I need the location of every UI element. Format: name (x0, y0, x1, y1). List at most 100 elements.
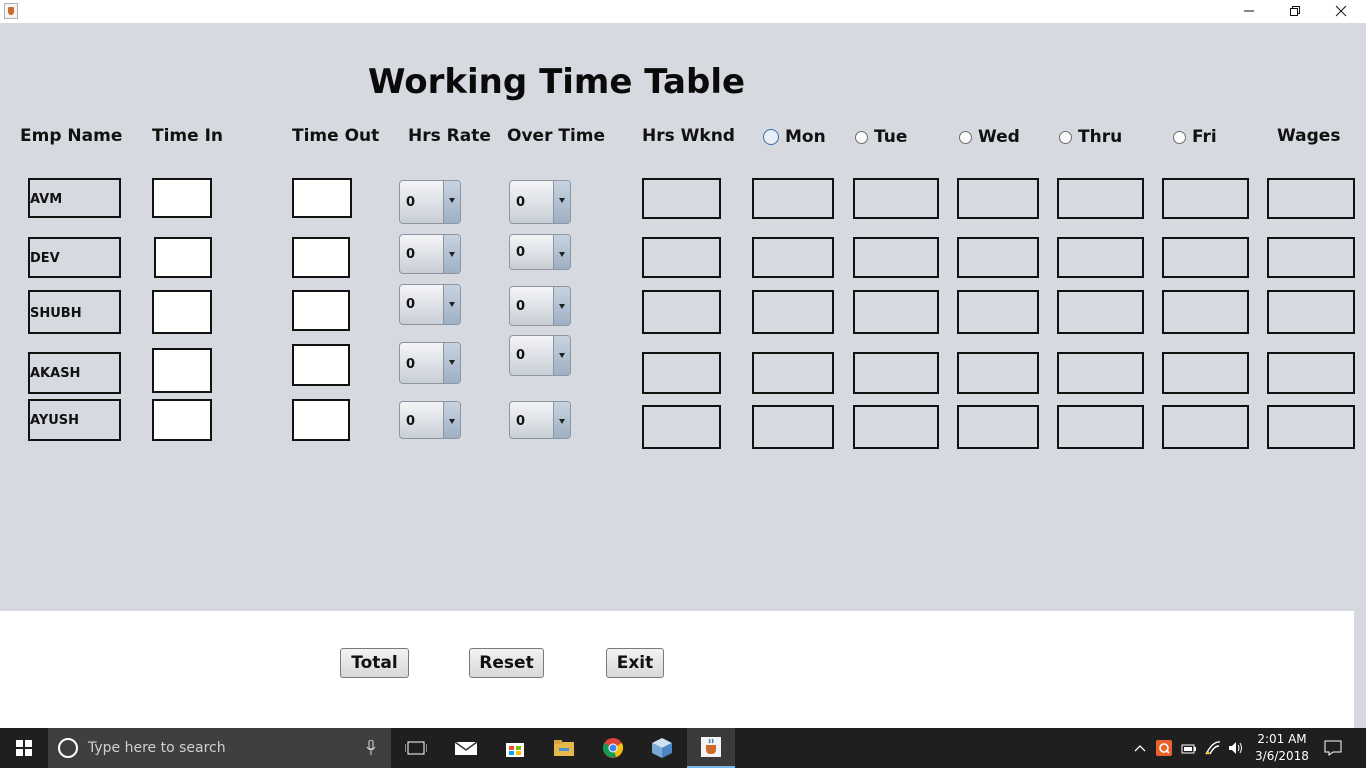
mon-field[interactable] (752, 405, 834, 449)
hrs-rate-combo[interactable]: 0 (399, 401, 461, 439)
java-icon[interactable] (687, 728, 735, 768)
chevron-down-icon[interactable] (443, 343, 460, 383)
task-view-icon[interactable] (392, 728, 440, 768)
chevron-down-icon[interactable] (553, 287, 570, 325)
radio-thru[interactable]: Thru (1059, 126, 1122, 148)
fri-field[interactable] (1162, 405, 1249, 449)
radio-wed[interactable]: Wed (959, 126, 1020, 148)
over-time-combo[interactable]: 0 (509, 401, 571, 439)
close-icon[interactable] (1318, 0, 1364, 22)
notification-icon[interactable] (1324, 740, 1342, 756)
time-in-input[interactable] (152, 348, 212, 393)
wages-field[interactable] (1267, 405, 1355, 449)
radio-circle[interactable] (959, 130, 972, 144)
fri-field[interactable] (1162, 352, 1249, 394)
exit-button[interactable]: Exit (606, 648, 664, 678)
hrs-rate-combo[interactable]: 0 (399, 284, 461, 325)
time-out-input[interactable] (292, 290, 350, 331)
chevron-down-icon[interactable] (553, 336, 570, 375)
fri-field[interactable] (1162, 178, 1249, 219)
over-time-combo[interactable]: 0 (509, 286, 571, 326)
over-time-combo[interactable]: 0 (509, 180, 571, 224)
radio-mon[interactable]: Mon (763, 126, 826, 148)
chevron-up-icon[interactable] (1133, 740, 1147, 756)
time-out-input[interactable] (292, 237, 350, 278)
windows-start-icon[interactable] (0, 728, 48, 768)
thru-field[interactable] (1057, 290, 1144, 334)
wed-field[interactable] (957, 352, 1039, 394)
wages-field[interactable] (1267, 178, 1355, 219)
fri-field[interactable] (1162, 237, 1249, 278)
tue-field[interactable] (853, 405, 939, 449)
chrome-icon[interactable] (589, 728, 637, 768)
store-icon[interactable] (491, 728, 539, 768)
chevron-down-icon[interactable] (443, 402, 460, 438)
minimize-icon[interactable] (1226, 0, 1272, 22)
time-out-input[interactable] (292, 178, 352, 218)
app-q-icon[interactable] (1156, 740, 1172, 756)
radio-circle[interactable] (763, 129, 779, 145)
mon-field[interactable] (752, 290, 834, 334)
chevron-down-icon[interactable] (553, 402, 570, 438)
time-in-input[interactable] (152, 178, 212, 218)
hrs-wknd-field[interactable] (642, 290, 721, 334)
radio-circle[interactable] (855, 130, 868, 144)
tue-field[interactable] (853, 178, 939, 219)
hrs-wknd-field[interactable] (642, 352, 721, 394)
wed-field[interactable] (957, 290, 1039, 334)
battery-icon[interactable] (1181, 740, 1197, 756)
fri-field[interactable] (1162, 290, 1249, 334)
over-time-combo[interactable]: 0 (509, 234, 571, 270)
time-in-input[interactable] (152, 399, 212, 441)
wages-field[interactable] (1267, 352, 1355, 394)
chevron-down-icon[interactable] (553, 181, 570, 223)
tue-field[interactable] (853, 352, 939, 394)
wed-field[interactable] (957, 178, 1039, 219)
radio-circle[interactable] (1059, 130, 1072, 144)
3d-box-icon[interactable] (638, 728, 686, 768)
volume-icon[interactable] (1228, 740, 1244, 756)
thru-field[interactable] (1057, 405, 1144, 449)
thru-field[interactable] (1057, 352, 1144, 394)
mon-field[interactable] (752, 178, 834, 219)
mon-field[interactable] (752, 352, 834, 394)
thru-field[interactable] (1057, 237, 1144, 278)
chevron-down-icon[interactable] (443, 285, 460, 324)
wed-field[interactable] (957, 237, 1039, 278)
reset-button[interactable]: Reset (469, 648, 544, 678)
thru-field[interactable] (1057, 178, 1144, 219)
microphone-icon[interactable] (366, 739, 376, 756)
time-out-input[interactable] (292, 399, 350, 441)
restore-icon[interactable] (1272, 0, 1318, 22)
wifi-icon[interactable] (1204, 740, 1222, 756)
radio-circle[interactable] (1173, 130, 1186, 144)
hrs-wknd-field[interactable] (642, 405, 721, 449)
radio-fri[interactable]: Fri (1173, 126, 1217, 148)
wages-field[interactable] (1267, 237, 1355, 278)
hrs-wknd-field[interactable] (642, 178, 721, 219)
mon-field[interactable] (752, 237, 834, 278)
tue-field[interactable] (853, 290, 939, 334)
time-in-input[interactable] (152, 290, 212, 334)
wed-field[interactable] (957, 405, 1039, 449)
time-in-input[interactable] (154, 237, 212, 278)
time-out-input[interactable] (292, 344, 350, 386)
taskbar-clock[interactable]: 2:01 AM 3/6/2018 (1252, 731, 1312, 765)
file-explorer-icon[interactable] (540, 728, 588, 768)
cortana-icon[interactable] (58, 738, 78, 758)
over-time-combo[interactable]: 0 (509, 335, 571, 376)
chevron-down-icon[interactable] (443, 235, 460, 273)
mail-icon[interactable] (442, 728, 490, 768)
chevron-down-icon[interactable] (443, 181, 460, 223)
hrs-rate-combo[interactable]: 0 (399, 180, 461, 224)
total-button[interactable]: Total (340, 648, 409, 678)
chevron-down-icon[interactable] (553, 235, 570, 269)
tue-field[interactable] (853, 237, 939, 278)
radio-tue[interactable]: Tue (855, 126, 907, 148)
hrs-rate-combo[interactable]: 0 (399, 342, 461, 384)
hrs-wknd-field[interactable] (642, 237, 721, 278)
wages-field[interactable] (1267, 290, 1355, 334)
taskbar-search-box[interactable]: Type here to search (48, 728, 391, 768)
search-placeholder[interactable]: Type here to search (88, 740, 226, 756)
hrs-rate-combo[interactable]: 0 (399, 234, 461, 274)
